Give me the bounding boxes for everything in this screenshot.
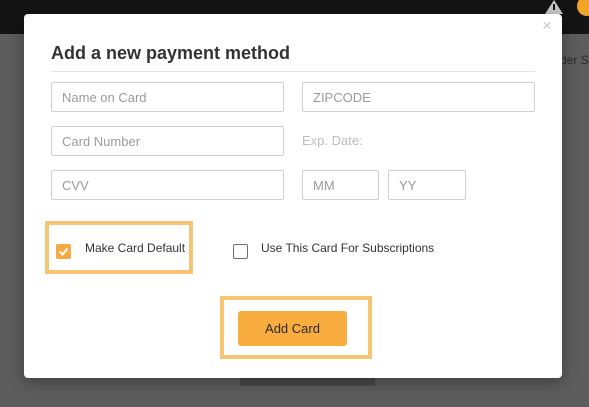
exp-month-input[interactable] bbox=[302, 170, 379, 200]
add-card-button[interactable]: Add Card bbox=[238, 311, 347, 346]
title-divider bbox=[51, 71, 535, 72]
background-bar bbox=[240, 378, 375, 386]
modal-title: Add a new payment method bbox=[51, 43, 291, 63]
zipcode-input[interactable] bbox=[302, 82, 535, 112]
subscriptions-label: Use This Card For Subscriptions bbox=[261, 241, 435, 255]
subscriptions-checkbox[interactable] bbox=[233, 244, 248, 259]
exp-date-label: Exp. Date: bbox=[302, 133, 363, 148]
exp-year-input[interactable] bbox=[388, 170, 466, 200]
make-default-checkbox[interactable] bbox=[56, 244, 71, 259]
make-default-label: Make Card Default bbox=[85, 241, 186, 255]
name-on-card-input[interactable] bbox=[51, 82, 284, 112]
cvv-input[interactable] bbox=[51, 170, 284, 200]
payment-modal: × Add a new payment method Exp. Date: Ma… bbox=[24, 14, 562, 378]
close-icon[interactable]: × bbox=[542, 16, 552, 36]
card-number-input[interactable] bbox=[51, 126, 284, 156]
checkmark-icon bbox=[58, 247, 69, 256]
warning-icon[interactable] bbox=[545, 0, 563, 14]
background-text: der S bbox=[560, 53, 589, 67]
